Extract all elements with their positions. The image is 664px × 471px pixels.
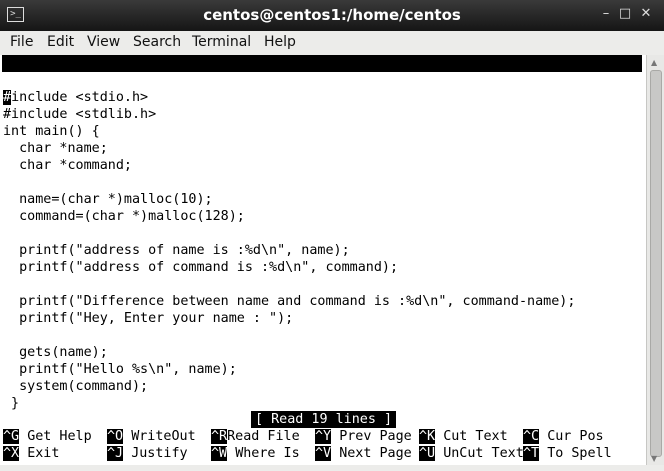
- code-line: char *command;: [3, 158, 132, 173]
- code-line: printf("address of command is :%d\n", co…: [3, 260, 399, 275]
- nano-filename: File: buffer.c: [244, 90, 357, 105]
- maximize-button[interactable]: □: [617, 6, 633, 21]
- scroll-up-icon[interactable]: ▲: [651, 58, 657, 67]
- code-line: #include <stdlib.h>: [3, 107, 157, 122]
- menu-terminal[interactable]: Terminal: [190, 33, 253, 51]
- code-line: gets(name);: [3, 345, 108, 360]
- code-line: printf("address of name is :%d\n", name)…: [3, 243, 350, 258]
- window-title: centos@centos1:/home/centos: [203, 6, 461, 24]
- shortcut-justify[interactable]: ^J Justify: [107, 445, 188, 462]
- shortcut-uncut-text[interactable]: ^U UnCut Text: [419, 445, 524, 462]
- scroll-down-icon[interactable]: ▼: [651, 454, 657, 463]
- menu-help[interactable]: Help: [262, 33, 298, 51]
- code-line: system(command);: [3, 379, 149, 394]
- menu-view[interactable]: View: [85, 33, 122, 51]
- shortcut-next-page[interactable]: ^V Next Page: [315, 445, 412, 462]
- code-line: command=(char *)malloc(128);: [3, 209, 245, 224]
- code-line: printf("Hey, Enter your name : ");: [3, 311, 294, 326]
- terminal-area[interactable]: GNU nano 2.0.9 File: buffer.c #include <…: [0, 55, 646, 465]
- shortcut-cur-pos[interactable]: ^C Cur Pos: [523, 428, 604, 445]
- code-line-rest: include <stdio.h>: [11, 90, 149, 105]
- code-line: name=(char *)malloc(10);: [3, 192, 213, 207]
- code-line: printf("Difference between name and comm…: [3, 294, 576, 309]
- nano-status-message: [ Read 19 lines ]: [251, 411, 397, 428]
- code-line: printf("Hello %s\n", name);: [3, 362, 237, 377]
- nano-version: GNU nano 2.0.9: [19, 73, 132, 88]
- vertical-scrollbar[interactable]: ▲ ▼: [646, 55, 664, 465]
- text-cursor: #: [3, 90, 12, 105]
- shortcut-exit[interactable]: ^X Exit: [3, 445, 59, 462]
- code-line: }: [3, 396, 20, 411]
- menu-bar: File Edit View Search Terminal Help: [0, 31, 664, 56]
- scrollbar-thumb[interactable]: [650, 70, 662, 457]
- shortcut-where-is[interactable]: ^W Where Is: [211, 445, 300, 462]
- menu-edit[interactable]: Edit: [45, 33, 76, 51]
- shortcut-prev-page[interactable]: ^Y Prev Page: [315, 428, 412, 445]
- shortcut-read-file[interactable]: ^RRead File: [211, 428, 300, 445]
- shortcut-writeout[interactable]: ^O WriteOut: [107, 428, 196, 445]
- code-line: int main() {: [3, 124, 100, 139]
- shortcut-to-spell[interactable]: ^T To Spell: [523, 445, 612, 462]
- code-line-cursor: #include <stdio.h>: [3, 89, 148, 106]
- window-bottom-edge: [0, 465, 664, 471]
- code-line: char *name;: [3, 141, 108, 156]
- nano-header: GNU nano 2.0.9 File: buffer.c: [2, 55, 642, 105]
- window-titlebar: >_ centos@centos1:/home/centos – □ ✕: [0, 0, 664, 32]
- minimize-button[interactable]: –: [598, 6, 614, 21]
- close-button[interactable]: ✕: [638, 6, 654, 21]
- menu-file[interactable]: File: [8, 33, 35, 51]
- shortcut-cut-text[interactable]: ^K Cut Text: [419, 428, 508, 445]
- shortcut-get-help[interactable]: ^G Get Help: [3, 428, 92, 445]
- menu-search[interactable]: Search: [131, 33, 183, 51]
